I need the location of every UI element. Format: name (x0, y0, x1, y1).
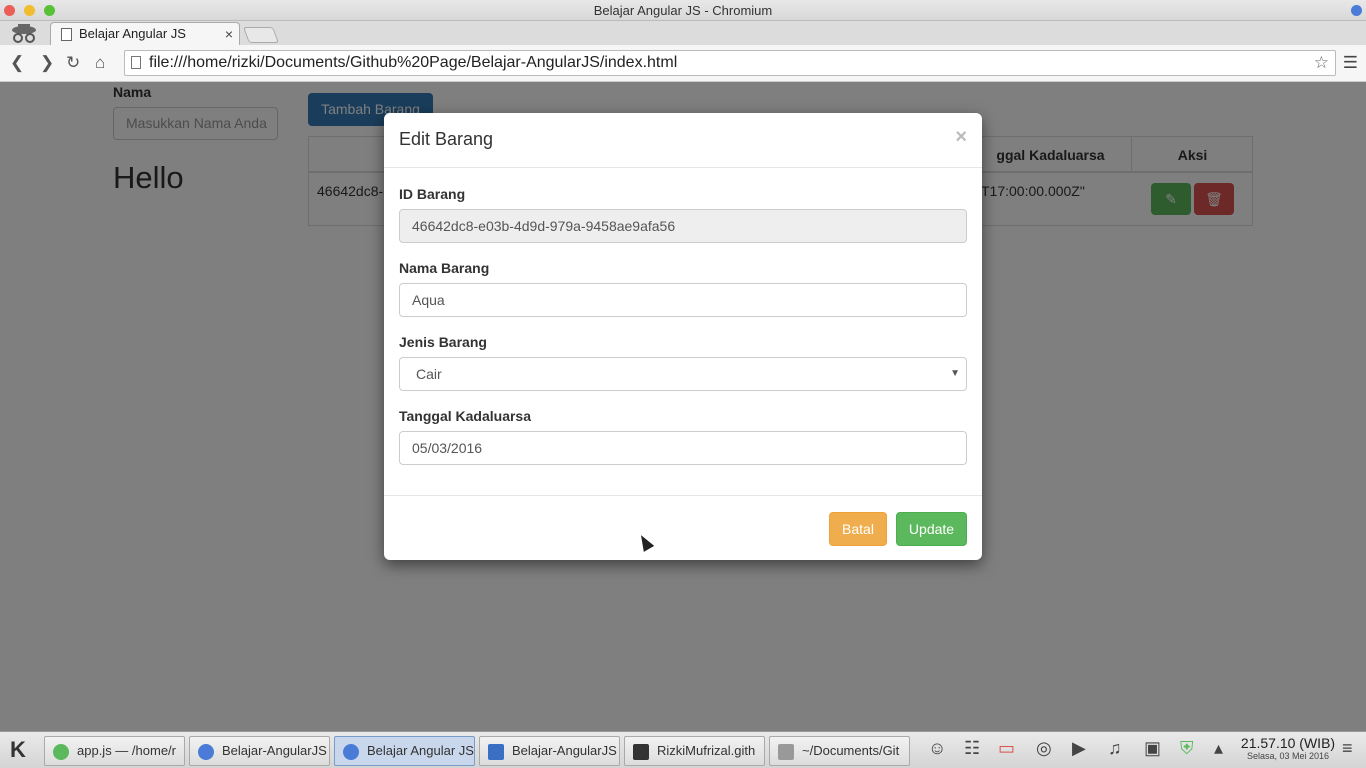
taskbar-item-label: Belajar-AngularJS (512, 743, 617, 758)
tray-expand-icon[interactable]: ▴ (1214, 738, 1223, 759)
window-title: Belajar Angular JS - Chromium (593, 3, 773, 18)
taskbar-item[interactable]: Belajar-AngularJS (479, 736, 620, 766)
cancel-button[interactable]: Batal (829, 512, 887, 546)
item-type-select[interactable]: Cair ▼ (399, 357, 967, 391)
bookmark-star-icon[interactable]: ☆ (1314, 51, 1329, 75)
update-button[interactable]: Update (896, 512, 967, 546)
taskbar-item[interactable]: RizkiMufrizal.gith (624, 736, 765, 766)
window-titlebar: Belajar Angular JS - Chromium (0, 0, 1366, 21)
taskbar-item-label: ~/Documents/Git (802, 743, 900, 758)
browser-toolbar: ❮ ❯ ↻ ⌂ file:///home/rizki/Documents/Git… (0, 45, 1366, 82)
taskbar-item[interactable]: Belajar-AngularJS (189, 736, 330, 766)
taskbar-item-label: Belajar Angular JS (367, 743, 474, 758)
taskbar-item-label: app.js — /home/r (77, 743, 176, 758)
forward-arrow-icon[interactable]: ❯ (40, 53, 54, 73)
item-type-value: Cair (416, 366, 442, 382)
battery-icon[interactable]: ▭ (998, 738, 1015, 759)
clock-date: Selasa, 03 Mei 2016 (1246, 751, 1330, 761)
taskbar-item-active[interactable]: Belajar Angular JS (334, 736, 475, 766)
volume-icon[interactable]: ♫ (1108, 738, 1122, 759)
id-field[interactable]: 46642dc8-e03b-4d9d-979a-9458ae9afa56 (399, 209, 967, 243)
system-clock[interactable]: 21.57.10 (WIB) Selasa, 03 Mei 2016 (1238, 735, 1338, 761)
item-name-label: Nama Barang (399, 260, 490, 276)
item-name-field[interactable]: Aqua (399, 283, 967, 317)
taskbar-item[interactable]: app.js — /home/r (44, 736, 185, 766)
home-icon[interactable]: ⌂ (95, 53, 105, 73)
clipboard-icon[interactable]: ☷ (964, 738, 980, 759)
address-bar[interactable]: file:///home/rizki/Documents/Github%20Pa… (124, 50, 1336, 76)
back-arrow-icon[interactable]: ❮ (10, 53, 24, 73)
app-icon (53, 744, 69, 760)
browser-tab-label: Belajar Angular JS (79, 26, 186, 41)
expiry-date-field[interactable]: 05/03/2016 (399, 431, 967, 465)
media-play-icon[interactable]: ▶ (1072, 738, 1086, 759)
sublime-icon (778, 744, 794, 760)
tab-strip: Belajar Angular JS × (0, 21, 1366, 46)
tab-close-icon[interactable]: × (225, 23, 233, 45)
browser-menu-icon[interactable]: ☰ (1343, 53, 1358, 73)
url-text: file:///home/rizki/Documents/Github%20Pa… (149, 54, 678, 71)
modal-title: Edit Barang (399, 129, 494, 149)
item-type-label: Jenis Barang (399, 334, 487, 350)
expiry-label: Tanggal Kadaluarsa (399, 408, 532, 424)
mail-icon (488, 744, 504, 760)
network-icon[interactable]: ◎ (1036, 738, 1052, 759)
terminal-icon (633, 744, 649, 760)
shield-icon[interactable]: ⛨ (1180, 738, 1194, 759)
modal-footer: Batal Update (384, 495, 982, 560)
taskbar-item-label: Belajar-AngularJS (222, 743, 327, 758)
clock-time: 21.57.10 (WIB) (1240, 735, 1336, 751)
os-taskbar: K app.js — /home/r Belajar-AngularJS Bel… (0, 731, 1366, 768)
display-icon[interactable]: ▣ (1144, 738, 1161, 759)
window-menu-icon[interactable] (1351, 5, 1362, 16)
browser-tab-active[interactable]: Belajar Angular JS × (50, 22, 240, 46)
chromium-icon (343, 744, 359, 760)
new-tab-button[interactable] (243, 27, 279, 43)
taskbar-item[interactable]: ~/Documents/Git (769, 736, 910, 766)
window-minimize-button[interactable] (24, 5, 35, 16)
kde-launcher-icon[interactable]: K (4, 736, 32, 764)
page-favicon-icon (61, 28, 72, 41)
id-label: ID Barang (399, 186, 466, 202)
user-switch-icon[interactable]: ☺ (928, 738, 946, 759)
window-maximize-button[interactable] (44, 5, 55, 16)
page-icon (131, 56, 141, 69)
window-close-button[interactable] (4, 5, 15, 16)
chromium-icon (198, 744, 214, 760)
chevron-down-icon: ▼ (950, 368, 960, 379)
panel-menu-icon[interactable]: ≡ (1342, 738, 1353, 759)
modal-header: Edit Barang × (384, 113, 982, 168)
reload-icon[interactable]: ↻ (66, 53, 80, 73)
taskbar-item-label: RizkiMufrizal.gith (657, 743, 756, 758)
modal-close-icon[interactable]: × (955, 126, 967, 149)
incognito-icon (12, 24, 36, 43)
edit-item-modal: Edit Barang × ID Barang 46642dc8-e03b-4d… (384, 113, 982, 560)
